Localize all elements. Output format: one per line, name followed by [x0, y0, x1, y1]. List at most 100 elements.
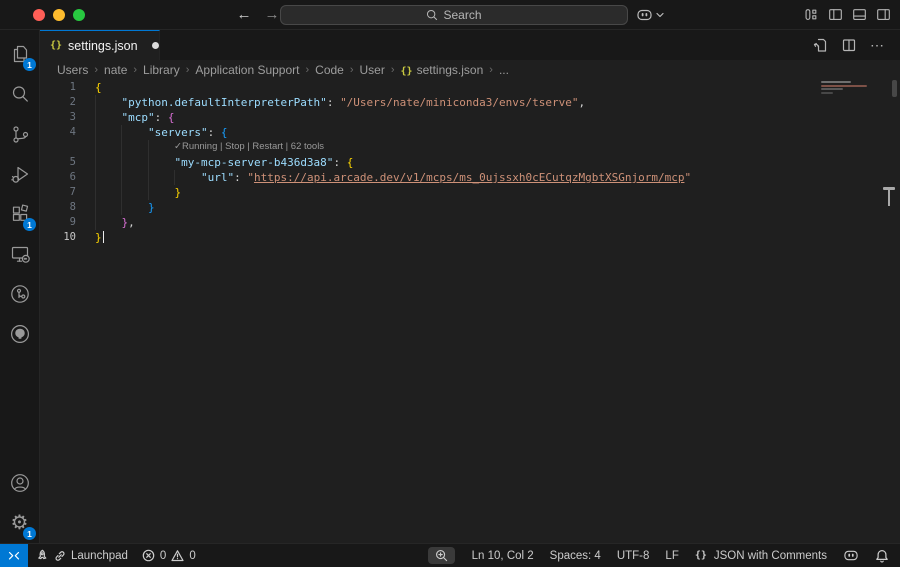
- code-line[interactable]: 3 "mcp": {: [40, 110, 900, 125]
- line-number[interactable]: 1: [40, 80, 76, 95]
- scrollbar-thumb[interactable]: [892, 80, 897, 97]
- remote-icon: [7, 550, 21, 562]
- line-number[interactable]: 10: [40, 230, 76, 245]
- forward-button[interactable]: →: [262, 3, 282, 25]
- code-line[interactable]: 4 "servers": {: [40, 125, 900, 140]
- remote-indicator[interactable]: [0, 544, 28, 567]
- line-number[interactable]: 2: [40, 95, 76, 110]
- problems-item[interactable]: 0 0: [135, 544, 203, 567]
- accounts-button[interactable]: [0, 463, 39, 503]
- manage-badge: 1: [23, 527, 36, 540]
- sidebar-item-remote-explorer[interactable]: [0, 234, 39, 274]
- tab-settings-json[interactable]: {} settings.json: [40, 30, 160, 60]
- errors-count: 0: [160, 550, 166, 562]
- github-icon: [9, 323, 31, 345]
- toggle-primary-sidebar-icon[interactable]: [828, 7, 843, 22]
- maximize-button[interactable]: [73, 9, 85, 21]
- editor-actions: ⋯: [812, 30, 900, 60]
- toggle-secondary-sidebar-icon[interactable]: [876, 7, 891, 22]
- sidebar-item-run-debug[interactable]: [0, 154, 39, 194]
- more-actions-icon[interactable]: ⋯: [870, 37, 885, 54]
- json-braces-icon: {}: [695, 550, 707, 561]
- eol-setting[interactable]: LF: [658, 544, 685, 567]
- open-settings-ui-icon[interactable]: [812, 37, 828, 53]
- codelens-separator: |: [283, 141, 291, 152]
- code-line[interactable]: 10}: [40, 230, 900, 245]
- code-line[interactable]: 7 }: [40, 185, 900, 200]
- breadcrumb-item[interactable]: Library: [142, 63, 181, 77]
- command-center-search[interactable]: Search: [280, 5, 628, 25]
- breadcrumb-item[interactable]: {}settings.json: [400, 63, 485, 77]
- code-line-content: "mcp": {: [76, 110, 175, 125]
- sidebar-item-github[interactable]: [0, 314, 39, 354]
- tab-bar: {} settings.json ⋯: [40, 30, 900, 60]
- code-line-content: "servers": {: [76, 125, 227, 140]
- copilot-menu-button[interactable]: [636, 7, 664, 23]
- customize-layout-icon[interactable]: [804, 7, 819, 22]
- copilot-status-button[interactable]: [836, 544, 866, 567]
- history-nav: ← →: [234, 3, 282, 25]
- codelens: ✓Running | Stop | Restart | 62 tools: [40, 140, 900, 155]
- text-caret: [103, 231, 105, 243]
- code-line[interactable]: 8 }: [40, 200, 900, 215]
- codelens-restart[interactable]: Restart: [252, 141, 283, 152]
- layout-controls: [804, 7, 891, 22]
- indentation-setting[interactable]: Spaces: 4: [543, 544, 608, 567]
- cursor-position[interactable]: Ln 10, Col 2: [465, 544, 541, 567]
- codelens-stop[interactable]: Stop: [225, 141, 245, 152]
- codelens-running[interactable]: ✓Running: [174, 141, 217, 152]
- breadcrumb-item[interactable]: User: [359, 63, 386, 77]
- minimap-line: [821, 92, 833, 94]
- back-button[interactable]: ←: [234, 3, 254, 25]
- breadcrumb-separator: ›: [186, 64, 190, 76]
- code-lines: 1{2 "python.defaultInterpreterPath": "/U…: [40, 80, 900, 245]
- sidebar-item-circle-branch[interactable]: [0, 274, 39, 314]
- line-number[interactable]: 3: [40, 110, 76, 125]
- code-line[interactable]: 9 },: [40, 215, 900, 230]
- breadcrumb-item[interactable]: Application Support: [194, 63, 300, 77]
- status-bar-right: Ln 10, Col 2 Spaces: 4 UTF-8 LF {} JSON …: [428, 544, 900, 567]
- code-token: ": [684, 171, 691, 184]
- notifications-bell-icon[interactable]: [868, 544, 896, 567]
- minimize-button[interactable]: [53, 9, 65, 21]
- code-line[interactable]: 6 "url": "https://api.arcade.dev/v1/mcps…: [40, 170, 900, 185]
- codelens-separator: |: [217, 141, 225, 152]
- zoom-indicator[interactable]: [428, 547, 455, 564]
- code-line[interactable]: 5 "my-mcp-server-b436d3a8": {: [40, 155, 900, 170]
- split-editor-icon[interactable]: [841, 37, 857, 53]
- sidebar-item-source-control[interactable]: [0, 114, 39, 154]
- sidebar-item-extensions[interactable]: 1: [0, 194, 39, 234]
- breadcrumb-item[interactable]: Code: [314, 63, 345, 77]
- breadcrumb-item[interactable]: ...: [498, 63, 510, 77]
- url-link[interactable]: https://api.arcade.dev/v1/mcps/ms_0ujssx…: [254, 171, 684, 184]
- line-number[interactable]: 7: [40, 185, 76, 200]
- code-token: ,: [128, 216, 135, 229]
- code-token: "python.defaultInterpreterPath": [122, 96, 327, 109]
- code-line[interactable]: 1{: [40, 80, 900, 95]
- code-line-content: {: [76, 80, 102, 95]
- codelens-tools[interactable]: 62 tools: [291, 141, 324, 152]
- close-button[interactable]: [33, 9, 45, 21]
- toggle-panel-icon[interactable]: [852, 7, 867, 22]
- code-token: {: [168, 111, 175, 124]
- encoding-setting[interactable]: UTF-8: [610, 544, 657, 567]
- code-line-content: "python.defaultInterpreterPath": "/Users…: [76, 95, 585, 110]
- code-token: ,: [578, 96, 585, 109]
- line-number[interactable]: 4: [40, 125, 76, 140]
- code-token: {: [95, 81, 102, 94]
- code-line-content: "my-mcp-server-b436d3a8": {: [76, 155, 353, 170]
- launchpad-item[interactable]: Launchpad: [28, 544, 135, 567]
- breadcrumb-item[interactable]: Users: [56, 63, 89, 77]
- line-number[interactable]: 9: [40, 215, 76, 230]
- code-line-content: "url": "https://api.arcade.dev/v1/mcps/m…: [76, 170, 691, 185]
- editor[interactable]: 1{2 "python.defaultInterpreterPath": "/U…: [40, 80, 900, 543]
- language-mode[interactable]: {} JSON with Comments: [688, 544, 834, 567]
- line-number[interactable]: 5: [40, 155, 76, 170]
- manage-button[interactable]: ⚙ 1: [0, 503, 39, 543]
- code-line[interactable]: 2 "python.defaultInterpreterPath": "/Use…: [40, 95, 900, 110]
- line-number[interactable]: 8: [40, 200, 76, 215]
- sidebar-item-explorer[interactable]: 1: [0, 34, 39, 74]
- line-number[interactable]: 6: [40, 170, 76, 185]
- sidebar-item-search[interactable]: [0, 74, 39, 114]
- breadcrumb-item[interactable]: nate: [103, 63, 128, 77]
